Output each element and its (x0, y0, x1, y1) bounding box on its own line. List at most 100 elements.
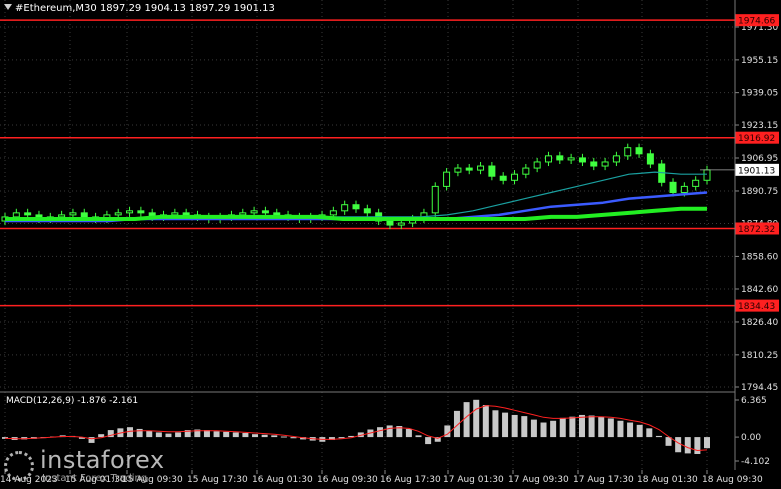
macd-histogram-bar-17 (165, 433, 172, 438)
macd-histogram-bar-15 (146, 430, 153, 438)
macd-tick-label-0: 6.365 (741, 396, 767, 406)
dropdown-triangle-icon[interactable] (4, 4, 12, 10)
candle-body-40 (454, 167, 462, 173)
macd-histogram-bar-27 (261, 434, 268, 438)
macd-histogram-bar-55 (530, 419, 537, 438)
candle-body-48 (544, 155, 552, 163)
watermark-tagline: Instant Forex Trading (42, 473, 148, 484)
price-tick-label-4: 1906.95 (741, 154, 778, 164)
candle-body-41 (465, 167, 473, 171)
candle-body-12 (137, 210, 145, 214)
time-tick-label-8: 17 Aug 09:30 (508, 475, 569, 485)
instaforex-logo-icon (4, 451, 34, 481)
macd-histogram-bar-40 (386, 425, 393, 438)
macd-histogram-bar-60 (578, 414, 585, 438)
candle-body-24 (273, 212, 281, 216)
price-tick-label-1: 1955.15 (741, 56, 778, 66)
candle-body-44 (499, 175, 507, 181)
price-tick-label-8: 1842.60 (741, 285, 778, 295)
macd-histogram-bar-25 (242, 433, 249, 438)
time-tick-label-6: 16 Aug 17:30 (380, 475, 441, 485)
price-tick-label-7: 1858.60 (741, 252, 778, 262)
macd-histogram-bar-67 (646, 428, 653, 438)
macd-histogram-bar-71 (684, 437, 691, 454)
current-price-label: 1901.13 (738, 166, 775, 176)
price-tick-label-3: 1923.15 (741, 121, 778, 131)
candle-body-11 (126, 210, 134, 214)
candle-body-38 (431, 185, 439, 214)
macd-histogram-bar-58 (559, 417, 566, 438)
candle-body-2 (24, 212, 32, 216)
watermark-name: instaforex (40, 446, 165, 474)
macd-histogram-bar-49 (473, 399, 480, 438)
price-tick-label-2: 1939.05 (741, 89, 778, 99)
macd-histogram-bar-54 (521, 416, 528, 438)
candle-body-60 (680, 185, 688, 193)
candle-body-1 (12, 212, 20, 218)
macd-header: MACD(12,26,9) -1.876 -2.161 (6, 396, 139, 406)
trading-chart[interactable]: 1971.301955.151939.051923.151906.951890.… (0, 0, 781, 489)
price-tick-label-9: 1826.40 (741, 318, 778, 328)
candle-body-15 (171, 212, 179, 216)
chart-header: #Ethereum,M30 1897.29 1904.13 1897.29 19… (4, 3, 275, 14)
macd-tick-label-1: 0.00 (741, 433, 761, 443)
macd-histogram-bar-59 (569, 416, 576, 438)
candle-body-43 (488, 165, 496, 177)
candle-body-52 (590, 161, 598, 167)
watermark-logo: instaforex Instant Forex Trading (4, 448, 165, 484)
candle-body-54 (612, 155, 620, 163)
macd-histogram-bar-61 (588, 415, 595, 438)
candle-body-56 (635, 147, 643, 155)
candle-body-35 (397, 222, 405, 226)
macd-histogram-bar-63 (607, 418, 614, 438)
candle-body-23 (261, 210, 269, 214)
candle-body-62 (703, 169, 711, 181)
candle-body-31 (352, 204, 360, 210)
symbol-ohlc-text: #Ethereum,M30 1897.29 1904.13 1897.29 19… (15, 3, 275, 14)
price-tick-label-5: 1890.75 (741, 187, 778, 197)
candle-body-6 (69, 212, 77, 216)
macd-histogram-bar-30 (290, 437, 297, 439)
candle-body-42 (477, 165, 485, 171)
macd-histogram-bar-52 (502, 412, 509, 438)
candle-body-50 (567, 157, 575, 161)
time-tick-label-10: 18 Aug 01:30 (637, 475, 698, 485)
macd-histogram-bar-64 (617, 420, 624, 438)
macd-tick-label-2: -4.102 (741, 457, 770, 467)
macd-histogram-bar-39 (377, 427, 384, 438)
price-tick-label-10: 1810.25 (741, 351, 778, 361)
candle-body-45 (511, 173, 519, 181)
macd-histogram-bar-73 (704, 437, 710, 449)
time-tick-label-7: 17 Aug 01:30 (443, 475, 504, 485)
macd-histogram-bar-42 (405, 428, 412, 438)
candle-body-53 (601, 161, 609, 167)
level-badge-label-2: 1872.32 (738, 225, 775, 235)
time-tick-label-11: 18 Aug 09:30 (702, 475, 763, 485)
candle-body-34 (386, 220, 394, 226)
time-tick-label-3: 15 Aug 17:30 (187, 475, 248, 485)
macd-histogram-bar-29 (280, 436, 287, 438)
macd-histogram-bar-72 (694, 437, 701, 454)
macd-histogram-bar-10 (98, 434, 105, 438)
macd-histogram-bar-50 (482, 405, 489, 438)
level-badge-label-1: 1916.92 (738, 134, 775, 144)
candle-body-39 (443, 171, 451, 187)
macd-histogram-bar-48 (463, 402, 470, 438)
macd-histogram-bar-70 (675, 437, 682, 453)
macd-histogram-bar-24 (232, 432, 239, 438)
macd-histogram-bar-51 (492, 410, 499, 438)
level-badge-label-3: 1834.43 (738, 302, 775, 312)
macd-histogram-bar-26 (252, 434, 259, 438)
candle-body-7 (80, 212, 88, 218)
candle-body-5 (58, 214, 66, 218)
macd-histogram-bar-62 (598, 416, 605, 438)
candle-body-16 (182, 212, 190, 216)
macd-histogram-bar-16 (155, 432, 162, 438)
macd-histogram-bar-14 (136, 428, 143, 438)
candle-body-21 (239, 212, 247, 216)
macd-histogram-bar-56 (540, 422, 547, 438)
candle-body-61 (692, 179, 700, 187)
price-tick-label-11: 1794.45 (741, 383, 778, 393)
candle-body-30 (341, 204, 349, 212)
macd-histogram-bar-65 (627, 422, 634, 438)
